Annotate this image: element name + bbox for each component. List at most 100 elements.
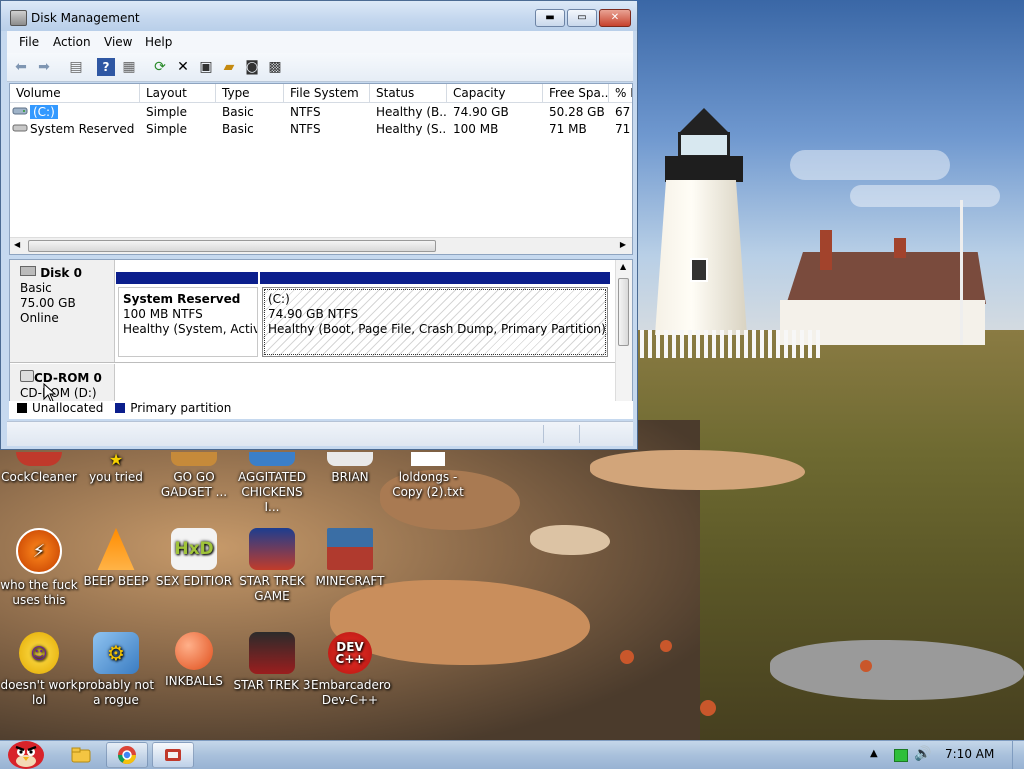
flower: [660, 640, 672, 652]
file-system-cell: NTFS: [290, 105, 321, 119]
column-header-status[interactable]: Status: [370, 84, 447, 103]
menu-file[interactable]: File: [19, 35, 39, 49]
delete-icon[interactable]: ✕: [174, 58, 192, 76]
menu-help[interactable]: Help: [145, 35, 172, 49]
toolbar: ⬅ ➡ ▤ ? ▦ ⟳ ✕ ▣ ▰ ◙ ▩: [7, 53, 633, 82]
desktop-icon-devcpp[interactable]: DEV C++ Embarcadero Dev-C++: [311, 632, 391, 708]
flag-pole: [960, 200, 963, 345]
volume-icon[interactable]: 🔊: [914, 746, 931, 762]
chimney: [820, 230, 832, 270]
forward-arrow-icon[interactable]: ➡: [35, 58, 53, 76]
maximize-button[interactable]: ▭: [567, 9, 597, 27]
column-header-percent-free[interactable]: % F: [609, 84, 632, 103]
desktop-icon-rogue[interactable]: ⚙ probably not a rogue: [77, 632, 155, 708]
desktop-icon-label: BRIAN: [331, 470, 369, 484]
desktop-icon-star-trek-3[interactable]: STAR TREK 3: [233, 632, 311, 693]
status-cell: Healthy (S...: [376, 122, 447, 136]
desktop-icon-ccleaner[interactable]: CockCleaner: [0, 452, 78, 485]
column-header-capacity[interactable]: Capacity: [447, 84, 543, 103]
drive-icon: [12, 121, 30, 138]
disk-management-taskbar-icon: [165, 749, 181, 761]
help-icon[interactable]: ?: [97, 58, 115, 76]
scroll-up-icon[interactable]: ▲: [620, 262, 626, 271]
vertical-scroll-thumb[interactable]: [618, 278, 629, 346]
column-header-file-system[interactable]: File System: [284, 84, 370, 103]
start-button[interactable]: [4, 735, 48, 769]
disk-0-label[interactable]: Disk 0 Basic 75.00 GB Online: [10, 260, 115, 362]
window-title: Disk Management: [31, 11, 140, 25]
menu-view[interactable]: View: [104, 35, 132, 49]
show-desktop-button[interactable]: [1012, 741, 1024, 769]
desktop-icon-label: BEEP BEEP: [83, 574, 149, 588]
chicken-icon: [249, 452, 295, 466]
devcpp-badge-text: DEV C++: [335, 640, 365, 666]
desktop-icon-label: Embarcadero Dev-C++: [311, 678, 391, 707]
house-roof: [786, 252, 986, 304]
rock: [590, 450, 805, 490]
vertical-scrollbar[interactable]: ▲ ▼: [615, 260, 632, 418]
menu-action[interactable]: Action: [53, 35, 91, 49]
scroll-left-icon[interactable]: ◀: [14, 240, 20, 249]
file-system-cell: NTFS: [290, 122, 321, 136]
properties-pane-icon[interactable]: ▦: [120, 58, 138, 76]
network-icon[interactable]: [894, 749, 908, 762]
free-space-cell: 50.28 GB: [549, 105, 605, 119]
column-header-free-space[interactable]: Free Spa...: [543, 84, 609, 103]
desktop-icon-label: you tried: [89, 470, 143, 484]
desktop-icon-inkballs[interactable]: INKBALLS: [155, 632, 233, 689]
file-explorer-button[interactable]: [60, 742, 102, 768]
show-hidden-icons-icon[interactable]: ▲: [870, 748, 878, 759]
minimize-button[interactable]: ▬: [535, 9, 565, 27]
desktop-icon-star-trek-game[interactable]: STAR TREK GAME: [233, 528, 311, 604]
column-header-type[interactable]: Type: [216, 84, 284, 103]
disk-0-type: Basic: [20, 281, 52, 295]
rescan-icon[interactable]: ◙: [243, 58, 261, 76]
desktop-icon-vlc[interactable]: BEEP BEEP: [77, 528, 155, 589]
desktop-icon-yahoo[interactable]: ☺ doesn't work lol: [0, 632, 78, 708]
horizontal-scrollbar[interactable]: ◀ ▶: [10, 237, 632, 254]
scroll-right-icon[interactable]: ▶: [620, 240, 626, 249]
disk-icon: [20, 266, 36, 276]
rock: [530, 525, 610, 555]
chrome-button[interactable]: [106, 742, 148, 768]
taskbar-clock[interactable]: 7:10 AM: [945, 747, 994, 761]
desktop-icon-winamp[interactable]: ⚡ who the fuck uses this: [0, 528, 78, 608]
desktop-icon-chickens[interactable]: AGGITATED CHICKENS I...: [233, 452, 311, 515]
partition-system-reserved[interactable]: System Reserved 100 MB NTFS Healthy (Sys…: [118, 287, 258, 357]
horizontal-scroll-thumb[interactable]: [28, 240, 436, 252]
disk-0-state: Online: [20, 311, 59, 325]
desktop-icon-label: AGGITATED CHICKENS I...: [238, 470, 306, 514]
devcpp-icon: DEV C++: [328, 632, 372, 674]
disk-management-taskbar-button[interactable]: [152, 742, 194, 768]
refresh-icon[interactable]: ⟳: [151, 58, 169, 76]
column-header-volume[interactable]: Volume: [10, 84, 140, 103]
legend-label-primary: Primary partition: [130, 401, 232, 415]
close-button[interactable]: ✕: [599, 9, 631, 27]
desktop-icon-gadget[interactable]: GO GO GADGET ...: [155, 452, 233, 500]
inkball-icon: [175, 632, 213, 670]
desktop-icon-you-tried[interactable]: ★ you tried: [77, 451, 155, 485]
back-arrow-icon[interactable]: ⬅: [12, 58, 30, 76]
disk-graphical-view: Disk 0 Basic 75.00 GB Online System Rese…: [9, 259, 633, 419]
legend-label-unallocated: Unallocated: [32, 401, 104, 415]
desktop-icon-label: INKBALLS: [165, 674, 223, 688]
desktop-icon-hxd[interactable]: HxD SEX EDITIOR: [155, 528, 233, 589]
partition-c-drive[interactable]: (C:) 74.90 GB NTFS Healthy (Boot, Page F…: [262, 287, 608, 357]
properties-icon[interactable]: ▣: [197, 58, 215, 76]
desktop-icon-minecraft[interactable]: MINECRAFT: [311, 528, 389, 589]
chrome-icon: [118, 746, 136, 765]
desktop-icon-loldongs[interactable]: loldongs - Copy (2).txt: [389, 452, 467, 500]
open-folder-icon[interactable]: ▰: [220, 58, 238, 76]
drive-icon: [12, 104, 30, 121]
console-tree-icon[interactable]: ▤: [67, 58, 85, 76]
star-trek-3-icon: [249, 632, 295, 674]
capacity-cell: 74.90 GB: [453, 105, 509, 119]
column-header-layout[interactable]: Layout: [140, 84, 216, 103]
settings-icon[interactable]: ▩: [266, 58, 284, 76]
partition-size: 100 MB NTFS: [123, 307, 203, 321]
title-bar[interactable]: Disk Management ▬ ▭ ✕: [1, 1, 637, 31]
cloud: [790, 150, 950, 180]
desktop-icon-brian[interactable]: BRIAN: [311, 452, 389, 485]
taskbar: ▲ 🔊 7:10 AM: [0, 740, 1024, 769]
desktop-icon-label: doesn't work lol: [0, 678, 78, 707]
